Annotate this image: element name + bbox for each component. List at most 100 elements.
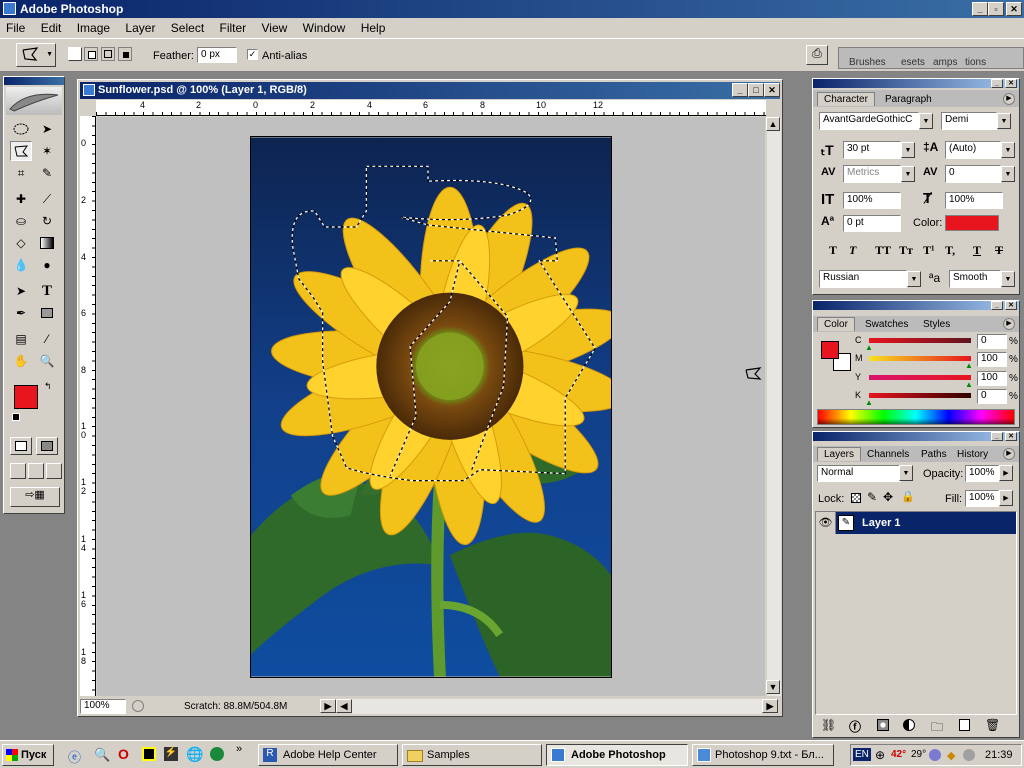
task-adobe-help[interactable]: R Adobe Help Center — [258, 744, 398, 766]
shape-tool-icon[interactable] — [36, 303, 58, 323]
pen-tool-icon[interactable]: ✒ — [10, 303, 32, 323]
hscroll-right-arrow[interactable]: ▶ — [762, 699, 778, 713]
language-dropdown[interactable]: Russian — [819, 270, 907, 288]
tab-character[interactable]: Character — [817, 92, 875, 106]
status-menu-arrow[interactable]: ▶ — [320, 699, 336, 713]
channel-y-field[interactable]: 100 — [977, 371, 1007, 386]
screen-mode-full-menu[interactable] — [28, 463, 44, 479]
menu-window[interactable]: Window — [303, 21, 346, 35]
subscript-button[interactable]: T, — [945, 243, 955, 258]
channel-m-field[interactable]: 100 — [977, 352, 1007, 367]
tracking-field[interactable]: 0 — [945, 165, 1001, 183]
task-photoshop[interactable]: Adobe Photoshop — [546, 744, 688, 766]
quicklaunch-globe-icon[interactable]: 🌐 — [186, 746, 203, 763]
tracking-arrow[interactable]: ▼ — [1001, 166, 1015, 182]
doc-close-button[interactable]: ✕ — [764, 83, 780, 97]
move-tool-icon[interactable]: ➤ — [36, 119, 58, 139]
notes-tool-icon[interactable]: ▤ — [10, 329, 32, 349]
magic-wand-icon[interactable]: ✶ — [36, 141, 58, 161]
doc-minimize-button[interactable]: _ — [732, 83, 748, 97]
history-brush-icon[interactable]: ↻ — [36, 211, 58, 231]
kerning-arrow[interactable]: ▼ — [901, 166, 915, 182]
eyedropper-icon[interactable]: ⁄ — [36, 329, 58, 349]
language-arrow[interactable]: ▼ — [907, 271, 921, 287]
crop-tool-icon[interactable]: ⌗ — [10, 163, 32, 183]
tab-styles[interactable]: Styles — [917, 318, 956, 331]
jump-to-imageready-button[interactable]: ⇨▦ — [10, 487, 60, 507]
delete-layer-icon[interactable]: 🗑 — [985, 718, 1000, 732]
font-family-arrow[interactable]: ▼ — [919, 113, 933, 129]
brush-tool-icon[interactable]: ⟋ — [36, 189, 58, 209]
strikethrough-button[interactable]: T — [995, 243, 1003, 258]
channel-m-slider[interactable] — [869, 356, 971, 361]
opacity-field[interactable]: 100% — [965, 465, 999, 482]
well-tab-brushes[interactable]: Brushes — [849, 57, 886, 68]
character-minimize[interactable]: _ — [991, 79, 1003, 88]
marquee-tool-icon[interactable] — [10, 119, 32, 139]
lasso-tool-icon[interactable] — [10, 141, 32, 161]
channel-c-handle[interactable]: ▲ — [865, 343, 873, 352]
color-minimize[interactable]: _ — [991, 301, 1003, 310]
kerning-field[interactable]: Metrics — [843, 165, 901, 183]
language-indicator[interactable]: EN — [853, 748, 871, 761]
channel-k-field[interactable]: 0 — [977, 389, 1007, 404]
channel-k-slider[interactable] — [869, 393, 971, 398]
adobe-feather-logo[interactable] — [6, 87, 62, 115]
blur-tool-icon[interactable]: 💧 — [10, 255, 32, 275]
fill-arrow[interactable]: ▶ — [999, 490, 1013, 506]
foreground-color-swatch[interactable] — [14, 385, 38, 409]
font-style-arrow[interactable]: ▼ — [997, 113, 1011, 129]
layer-brush-icon[interactable]: ✎ — [838, 515, 854, 531]
tool-preset-picker[interactable]: ▼ — [16, 43, 56, 67]
zoom-tool-icon[interactable]: 🔍 — [36, 351, 58, 371]
menu-view[interactable]: View — [262, 21, 288, 35]
doc-horizontal-scrollbar[interactable] — [352, 699, 762, 714]
close-button[interactable]: ✕ — [1006, 2, 1022, 16]
character-close[interactable]: ✕ — [1005, 79, 1017, 88]
add-mask-icon[interactable] — [877, 719, 889, 731]
link-layers-icon[interactable]: ⛓ — [821, 718, 836, 732]
status-info-icon[interactable] — [132, 700, 144, 712]
character-menu-arrow[interactable]: ▶ — [1003, 93, 1015, 105]
feather-input[interactable]: 0 px — [197, 47, 237, 63]
screen-mode-full[interactable] — [46, 463, 62, 479]
scroll-down-arrow[interactable]: ▼ — [766, 680, 780, 694]
layer-row[interactable]: 👁 ✎ Layer 1 — [816, 512, 1016, 534]
clone-stamp-icon[interactable]: ⛀ — [10, 211, 32, 231]
tray-network-icon[interactable]: ⊕ — [875, 748, 885, 762]
layers-menu-arrow[interactable]: ▶ — [1003, 448, 1015, 460]
font-family-dropdown[interactable]: AvantGardeGothicC — [819, 112, 919, 130]
tray-app-icon-2[interactable]: ◆ — [947, 749, 955, 762]
channel-c-field[interactable]: 0 — [977, 334, 1007, 349]
tab-paragraph[interactable]: Paragraph — [879, 93, 938, 106]
screen-mode-standard[interactable] — [10, 463, 26, 479]
layers-minimize[interactable]: _ — [991, 432, 1003, 441]
antialias-dropdown[interactable]: Smooth — [949, 270, 1001, 288]
new-selection-button[interactable] — [68, 47, 82, 61]
antialias-arrow[interactable]: ▼ — [1001, 271, 1015, 287]
tab-swatches[interactable]: Swatches — [859, 318, 914, 331]
new-layer-icon[interactable] — [959, 719, 970, 731]
layer-style-icon[interactable]: ⓕ — [849, 718, 861, 735]
well-tab-options[interactable]: tions — [965, 57, 986, 68]
minimize-button[interactable]: _ — [972, 2, 988, 16]
quickmask-mode-button[interactable] — [36, 437, 58, 455]
quicklaunch-opera-icon[interactable]: O — [118, 746, 129, 762]
small-caps-button[interactable]: Tт — [899, 243, 913, 258]
faux-italic-button[interactable]: T — [849, 243, 856, 258]
lock-position-icon[interactable]: ✥ — [883, 490, 893, 504]
menu-select[interactable]: Select — [171, 21, 204, 35]
color-spectrum-bar[interactable] — [817, 409, 1015, 425]
slice-tool-icon[interactable]: ✎ — [36, 163, 58, 183]
menu-edit[interactable]: Edit — [41, 21, 62, 35]
layer-name[interactable]: Layer 1 — [862, 517, 901, 529]
channel-y-slider[interactable] — [869, 375, 971, 380]
intersect-selection-button[interactable] — [118, 47, 132, 61]
font-size-field[interactable]: 30 pt — [843, 141, 901, 159]
hscroll-left-arrow[interactable]: ◀ — [336, 699, 352, 713]
standard-mode-button[interactable] — [10, 437, 32, 455]
quicklaunch-more-icon[interactable]: » — [236, 743, 242, 755]
quicklaunch-winamp-icon[interactable]: ⚡ — [164, 747, 178, 761]
channel-y-handle[interactable]: ▲ — [965, 380, 973, 389]
antialias-checkbox[interactable]: ✓ — [247, 49, 258, 60]
